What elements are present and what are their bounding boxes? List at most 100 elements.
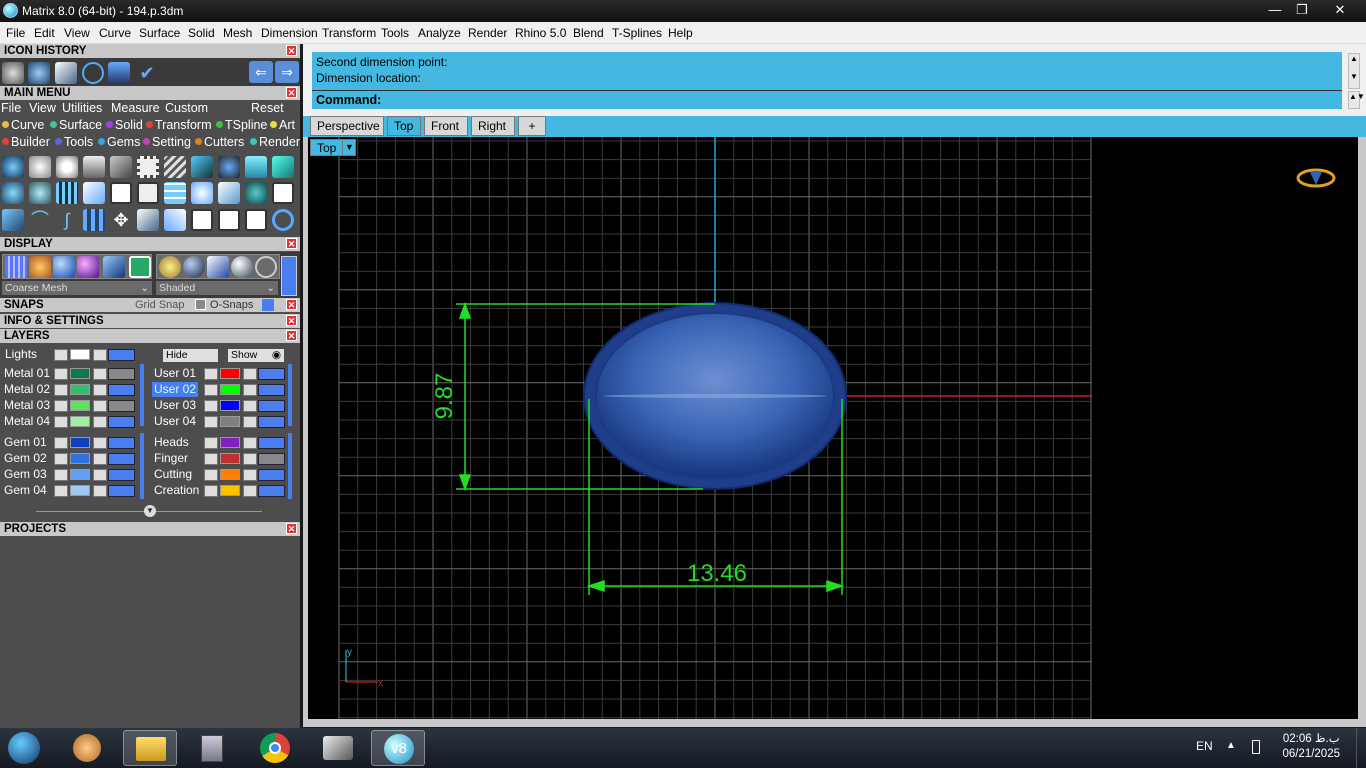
mm-solid[interactable]: Solid (106, 118, 143, 132)
layer-name[interactable]: Metal 01 (4, 366, 50, 381)
layer-visibility-toggle[interactable] (258, 469, 285, 481)
taskbar-explorer-app[interactable] (123, 730, 177, 766)
viewport-canvas[interactable]: 9.87 13.46 x y (308, 137, 1358, 719)
taskbar-rhino-app[interactable] (311, 730, 365, 766)
lock-icon[interactable] (93, 453, 107, 465)
layer-name[interactable]: User 01 (154, 366, 196, 381)
layer-color-swatch[interactable] (70, 453, 90, 464)
hide-layers-button[interactable]: Hide (163, 349, 218, 362)
chevron-down-icon[interactable]: ▼ (342, 139, 357, 156)
layer-expand-icon[interactable] (204, 469, 218, 481)
mm-tools[interactable]: Tools (55, 135, 93, 149)
layer-color-swatch[interactable] (220, 368, 240, 379)
mm-cutters[interactable]: Cutters (195, 135, 244, 149)
tool-icon[interactable] (2, 209, 24, 231)
tool-icon[interactable] (56, 156, 78, 178)
layer-color-swatch[interactable] (220, 416, 240, 427)
layer-visibility-toggle[interactable] (108, 485, 135, 497)
lock-icon[interactable] (243, 368, 257, 380)
tab-top[interactable]: Top (387, 116, 421, 136)
taskbar-calculator-app[interactable] (185, 730, 239, 766)
tool-icon[interactable] (29, 156, 51, 178)
tool-icon[interactable] (245, 182, 267, 204)
close-icon[interactable]: ✕ (286, 238, 297, 249)
show-desktop-button[interactable] (1356, 728, 1366, 768)
display-header[interactable]: DISPLAY ✕ (0, 237, 300, 251)
history-back-arrow-icon[interactable]: ⇐ (249, 61, 273, 83)
add-tab-button[interactable]: + (518, 116, 546, 136)
layer-visibility-toggle[interactable] (108, 384, 135, 396)
tool-icon[interactable] (110, 182, 132, 204)
lock-icon[interactable] (243, 416, 257, 428)
command-scrollbar[interactable]: ▲▼ (1348, 91, 1365, 109)
grid-snap-toggle[interactable]: Grid Snap (135, 298, 185, 312)
mm-transform[interactable]: Transform (146, 118, 212, 132)
layer-name[interactable]: Gem 03 (4, 467, 47, 482)
lock-icon[interactable] (243, 453, 257, 465)
history-tool-icon-3[interactable] (55, 62, 77, 84)
tool-icon[interactable] (191, 209, 213, 231)
layer-expand-icon[interactable] (204, 368, 218, 380)
layer-color-swatch[interactable] (220, 437, 240, 448)
tray-expand-icon[interactable]: ▲ (1226, 740, 1236, 751)
tool-icon[interactable] (191, 182, 213, 204)
tool-icon[interactable] (218, 156, 240, 178)
mm-custom[interactable]: Custom (165, 101, 208, 115)
move-tool-icon[interactable]: ✥ (110, 209, 132, 231)
mm-tspline[interactable]: TSpline (216, 118, 267, 132)
mm-gems[interactable]: Gems (98, 135, 140, 149)
tool-icon[interactable] (83, 209, 105, 231)
lock-icon[interactable] (93, 400, 107, 412)
menu-dimension[interactable]: Dimension (261, 26, 318, 40)
layer-color-swatch[interactable] (70, 368, 90, 379)
tool-icon[interactable] (245, 209, 267, 231)
tool-icon[interactable] (2, 156, 24, 178)
menu-rhino5[interactable]: Rhino 5.0 (515, 26, 566, 40)
lock-icon[interactable] (93, 416, 107, 428)
layer-expand-icon[interactable] (54, 349, 68, 361)
command-line[interactable]: Command: (312, 90, 1342, 109)
lock-icon[interactable] (243, 400, 257, 412)
layers-header[interactable]: LAYERS ✕ (0, 329, 300, 343)
arc-tool-icon[interactable]: ⌒ (29, 209, 51, 231)
wireframe-view-icon[interactable] (5, 256, 27, 278)
technical-view-icon[interactable] (129, 256, 151, 278)
layer-expand-icon[interactable] (54, 416, 68, 428)
menu-edit[interactable]: Edit (34, 26, 55, 40)
lock-icon[interactable] (93, 384, 107, 396)
tool-icon[interactable] (137, 156, 159, 178)
layer-visibility-toggle[interactable] (258, 384, 285, 396)
tool-icon[interactable] (218, 182, 240, 204)
rendered-view-icon[interactable] (77, 256, 99, 278)
layer-visibility-toggle[interactable] (108, 349, 135, 361)
tab-perspective[interactable]: Perspective (310, 116, 384, 136)
close-icon[interactable]: ✕ (286, 330, 297, 341)
layer-color-swatch[interactable] (70, 416, 90, 427)
layer-visibility-toggle[interactable] (258, 437, 285, 449)
menu-tools[interactable]: Tools (381, 26, 409, 40)
taskbar-clock[interactable]: 02:06 ب.ظ 06/21/2025 (1282, 732, 1340, 762)
layer-expand-icon[interactable] (54, 485, 68, 497)
layer-name[interactable]: Finger (154, 451, 188, 466)
mm-view[interactable]: View (29, 101, 56, 115)
snaps-expand-toggle[interactable] (262, 299, 274, 311)
lock-icon[interactable] (243, 469, 257, 481)
menu-curve[interactable]: Curve (99, 26, 131, 40)
tool-icon[interactable] (272, 156, 294, 178)
o-snaps-toggle[interactable]: O-Snaps (210, 298, 253, 312)
chrome-material-icon[interactable] (231, 256, 253, 278)
layer-name[interactable]: Metal 04 (4, 414, 50, 429)
layer-expand-icon[interactable] (54, 400, 68, 412)
mm-reset[interactable]: Reset (251, 101, 284, 115)
menu-surface[interactable]: Surface (139, 26, 180, 40)
layer-color-swatch[interactable] (70, 437, 90, 448)
layer-color-swatch[interactable] (220, 384, 240, 395)
tool-icon[interactable] (272, 182, 294, 204)
layer-visibility-toggle[interactable] (108, 469, 135, 481)
minimize-button[interactable]: — (1262, 0, 1288, 20)
tool-icon[interactable] (83, 156, 105, 178)
layer-name[interactable]: Creation (154, 483, 199, 498)
mm-utilities[interactable]: Utilities (62, 101, 102, 115)
mm-render[interactable]: Render (250, 135, 300, 149)
layer-visibility-toggle[interactable] (108, 400, 135, 412)
